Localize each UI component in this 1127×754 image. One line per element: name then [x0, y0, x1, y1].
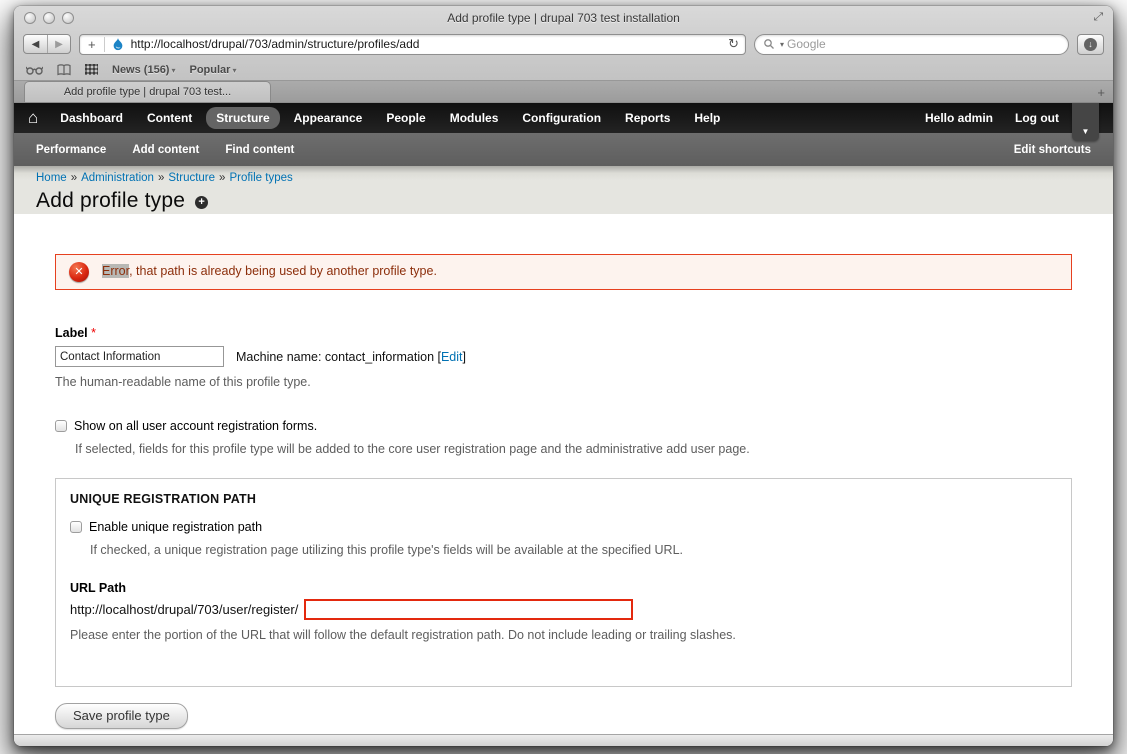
shortcut-add-content[interactable]: Add content: [132, 144, 199, 156]
toolbar-item-appearance[interactable]: Appearance: [284, 107, 373, 129]
search-field[interactable]: ▾: [754, 33, 1069, 55]
tab-active[interactable]: Add profile type | drupal 703 test...: [24, 81, 271, 102]
search-options-caret-icon[interactable]: ▾: [780, 40, 784, 49]
breadcrumb-structure[interactable]: Structure: [168, 172, 215, 184]
shortcut-performance[interactable]: Performance: [36, 144, 106, 156]
bookmarks-book-icon[interactable]: [57, 63, 71, 76]
toolbar-item-content[interactable]: Content: [137, 107, 202, 129]
breadcrumb-separator: »: [157, 172, 165, 184]
error-highlighted-word: Error: [102, 264, 130, 278]
machine-name-edit-link[interactable]: Edit: [441, 350, 463, 364]
page-title: Add profile type: [36, 189, 186, 212]
breadcrumb-administration[interactable]: Administration: [81, 172, 154, 184]
reader-glasses-icon[interactable]: [26, 65, 43, 75]
history-control: ◀ ▶: [23, 34, 71, 54]
fullscreen-icon[interactable]: ⤢: [1094, 11, 1104, 24]
chevron-down-icon: ▾: [171, 65, 176, 75]
bookmarks-bar: News (156) ▾ Popular ▾: [14, 59, 1113, 80]
search-icon: [764, 39, 774, 49]
bookmark-folder-popular[interactable]: Popular ▾: [190, 64, 237, 76]
fieldset-legend: UNIQUE REGISTRATION PATH: [70, 492, 257, 506]
download-icon: ↓: [1084, 37, 1097, 51]
downloads-button[interactable]: ↓: [1077, 33, 1104, 55]
main-content: ✕ Error, that path is already being used…: [14, 214, 1113, 734]
add-circle-icon[interactable]: +: [195, 196, 209, 209]
label-description: The human-readable name of this profile …: [55, 375, 311, 389]
toolbar-drawer-toggle[interactable]: ▼: [1072, 103, 1099, 141]
tab-bar: Add profile type | drupal 703 test... +: [14, 80, 1113, 102]
chevron-down-icon: ▼: [1081, 127, 1090, 136]
label-form-item: Label * Machine name: contact_informatio…: [55, 326, 1072, 389]
enable-path-checkbox[interactable]: [70, 521, 82, 533]
status-bar: [14, 734, 1113, 746]
registration-checkbox-label[interactable]: Show on all user account registration fo…: [74, 419, 317, 433]
browser-window: Add profile type | drupal 703 test insta…: [14, 6, 1113, 746]
search-input[interactable]: [787, 37, 1060, 51]
unique-registration-path-fieldset: UNIQUE REGISTRATION PATH Enable unique r…: [55, 478, 1072, 687]
label-field-label: Label: [55, 326, 88, 340]
breadcrumb: Home» Administration» Structure» Profile ty…: [36, 170, 1113, 184]
top-sites-grid-icon[interactable]: [85, 64, 98, 75]
add-bookmark-icon[interactable]: +: [86, 36, 105, 52]
logout-link[interactable]: Log out: [1015, 111, 1059, 125]
error-icon: ✕: [69, 262, 89, 282]
bookmark-folder-news[interactable]: News (156) ▾: [112, 64, 176, 76]
error-text: , that path is already being used by ano…: [129, 264, 437, 278]
forward-icon[interactable]: ▶: [47, 35, 70, 53]
navigation-toolbar: ◀ ▶ + http://localhost/drupal/703/admin/…: [14, 29, 1113, 59]
machine-name-text: Machine name: contact_information [Edit]: [236, 349, 466, 364]
url-path-label: URL Path: [70, 581, 127, 595]
breadcrumb-profile-types[interactable]: Profile types: [229, 172, 292, 184]
shortcuts-bar: Performance Add content Find content Edi…: [14, 133, 1113, 166]
url-path-input[interactable]: [304, 599, 634, 620]
registration-checkbox-description: If selected, fields for this profile typ…: [75, 442, 750, 456]
enable-path-checkbox-row: Enable unique registration path: [70, 520, 1057, 534]
save-profile-type-button[interactable]: Save profile type: [55, 703, 188, 729]
browser-chrome: Add profile type | drupal 703 test insta…: [14, 6, 1113, 103]
registration-checkbox[interactable]: [55, 420, 67, 432]
url-path-description: Please enter the portion of the URL that…: [70, 628, 736, 642]
toolbar-item-structure[interactable]: Structure: [206, 107, 280, 129]
back-icon[interactable]: ◀: [24, 35, 47, 53]
enable-path-description: If checked, a unique registration page u…: [90, 543, 683, 557]
title-bar[interactable]: Add profile type | drupal 703 test insta…: [14, 6, 1113, 29]
drupal-favicon: [113, 37, 122, 51]
enable-path-checkbox-label[interactable]: Enable unique registration path: [89, 520, 262, 534]
breadcrumb-separator: »: [70, 172, 78, 184]
breadcrumb-separator: »: [219, 172, 226, 184]
toolbar-item-dashboard[interactable]: Dashboard: [50, 107, 133, 129]
url-text[interactable]: http://localhost/drupal/703/admin/struct…: [131, 37, 723, 51]
new-tab-icon[interactable]: +: [1097, 85, 1105, 100]
breadcrumb-home[interactable]: Home: [36, 172, 67, 184]
toolbar-item-people[interactable]: People: [376, 107, 435, 129]
page-header: Home» Administration» Structure» Profile ty…: [14, 166, 1113, 214]
toolbar-item-modules[interactable]: Modules: [440, 107, 509, 129]
registration-checkbox-row: Show on all user account registration fo…: [55, 419, 1072, 433]
home-icon[interactable]: ⌂: [28, 109, 38, 126]
edit-shortcuts-link[interactable]: Edit shortcuts: [1014, 144, 1091, 156]
user-greeting[interactable]: Hello admin: [925, 111, 993, 125]
chevron-down-icon: ▾: [232, 65, 237, 75]
shortcut-find-content[interactable]: Find content: [225, 144, 294, 156]
toolbar-item-help[interactable]: Help: [684, 107, 730, 129]
error-message: ✕ Error, that path is already being used…: [55, 254, 1072, 290]
url-field[interactable]: + http://localhost/drupal/703/admin/stru…: [79, 33, 746, 55]
window-title: Add profile type | drupal 703 test insta…: [447, 10, 680, 25]
reload-icon[interactable]: ↻: [728, 36, 739, 52]
required-marker: *: [91, 326, 97, 340]
toolbar-item-configuration[interactable]: Configuration: [512, 107, 611, 129]
label-input[interactable]: [55, 346, 224, 367]
url-prefix-text: http://localhost/drupal/703/user/registe…: [70, 602, 299, 617]
drupal-admin-toolbar: ⌂ Dashboard Content Structure Appearance…: [14, 103, 1113, 141]
toolbar-item-reports[interactable]: Reports: [615, 107, 680, 129]
